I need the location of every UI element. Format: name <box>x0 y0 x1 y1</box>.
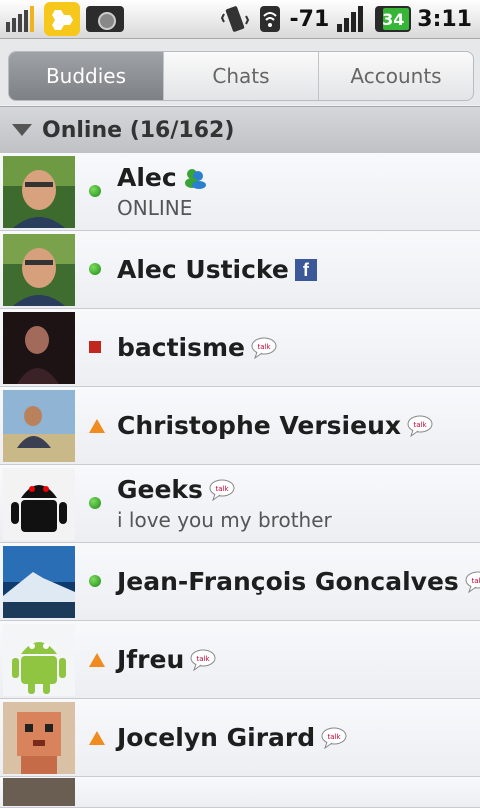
buddy-name: bactisme <box>117 333 245 362</box>
online-status-icon <box>89 262 103 277</box>
facebook-icon: f <box>294 258 317 281</box>
collapse-triangle-icon <box>12 124 32 136</box>
gtalk-icon: talk <box>190 649 216 671</box>
buddy-row[interactable]: Jean-François Goncalves talk <box>0 543 480 621</box>
cell-signal-icon <box>335 4 369 34</box>
avatar <box>3 389 75 462</box>
tab-chats[interactable]: Chats <box>164 52 319 100</box>
hexagon-app-icon <box>44 2 80 36</box>
buddy-row[interactable]: Jocelyn Girard talk <box>0 699 480 777</box>
buddy-row[interactable]: Christophe Versieux talk <box>0 387 480 465</box>
gtalk-icon: talk <box>321 727 347 749</box>
avatar <box>3 155 75 228</box>
buddy-name: Geeks <box>117 475 203 504</box>
avatar <box>3 778 75 806</box>
avatar <box>3 467 75 540</box>
busy-status-icon <box>89 340 103 355</box>
buddy-name: Alec <box>117 163 177 192</box>
clock: 3:11 <box>417 6 472 32</box>
signal-strength-text: -71 <box>289 6 330 32</box>
svg-text:talk: talk <box>257 343 271 351</box>
tab-container: Buddies Chats Accounts <box>0 39 480 105</box>
away-status-icon <box>89 418 105 433</box>
svg-text:talk: talk <box>197 655 211 663</box>
avatar <box>3 701 75 774</box>
buddy-status-text: ONLINE <box>117 196 193 220</box>
online-status-icon <box>89 574 103 589</box>
buddy-name: Christophe Versieux <box>117 411 401 440</box>
buddy-name: Alec Usticke <box>117 255 289 284</box>
gtalk-icon: talk <box>407 415 433 437</box>
svg-text:talk: talk <box>413 421 427 429</box>
avatar <box>3 623 75 696</box>
svg-text:talk: talk <box>471 577 480 585</box>
tab-bar: Buddies Chats Accounts <box>8 51 474 101</box>
online-status-icon <box>89 184 103 199</box>
avatar <box>3 545 75 618</box>
buddy-name: Jfreu <box>117 645 185 674</box>
buddy-status-text: i love you my brother <box>117 508 332 532</box>
wifi-icon <box>256 4 284 34</box>
avatar <box>3 233 75 306</box>
buddy-row[interactable]: Alec Usticke f <box>0 231 480 309</box>
vibrate-icon <box>220 4 250 34</box>
buddy-row[interactable]: Alec ONLINE <box>0 153 480 231</box>
tab-accounts[interactable]: Accounts <box>319 52 473 100</box>
tab-buddies[interactable]: Buddies <box>9 52 164 100</box>
battery-level: 34 <box>382 9 405 29</box>
buddy-row[interactable]: Geeks talk i love you my brother <box>0 465 480 543</box>
buddy-row[interactable]: bactisme talk <box>0 309 480 387</box>
buddy-row-partial[interactable] <box>0 777 480 808</box>
battery-icon: 34 <box>375 6 412 32</box>
svg-text:talk: talk <box>328 733 342 741</box>
buddy-name: Jocelyn Girard <box>117 723 316 752</box>
msn-icon <box>183 167 207 189</box>
group-header-online[interactable]: Online (16/162) <box>0 106 480 154</box>
camera-icon <box>86 6 124 32</box>
buddy-list: Alec ONLINE Alec Usticke f bactisme talk… <box>0 153 480 808</box>
svg-text:talk: talk <box>215 485 229 493</box>
group-title: Online (16/162) <box>42 117 235 143</box>
buddy-row[interactable]: Jfreu talk <box>0 621 480 699</box>
gtalk-icon: talk <box>209 479 235 501</box>
signal-app-icon <box>4 4 40 34</box>
away-status-icon <box>89 730 105 745</box>
gtalk-icon: talk <box>251 337 277 359</box>
status-bar: -71 34 3:11 <box>0 0 480 39</box>
online-status-icon <box>89 496 103 511</box>
buddy-name: Jean-François Goncalves <box>117 567 459 596</box>
gtalk-icon: talk <box>465 571 480 593</box>
away-status-icon <box>89 652 105 667</box>
avatar <box>3 311 75 384</box>
